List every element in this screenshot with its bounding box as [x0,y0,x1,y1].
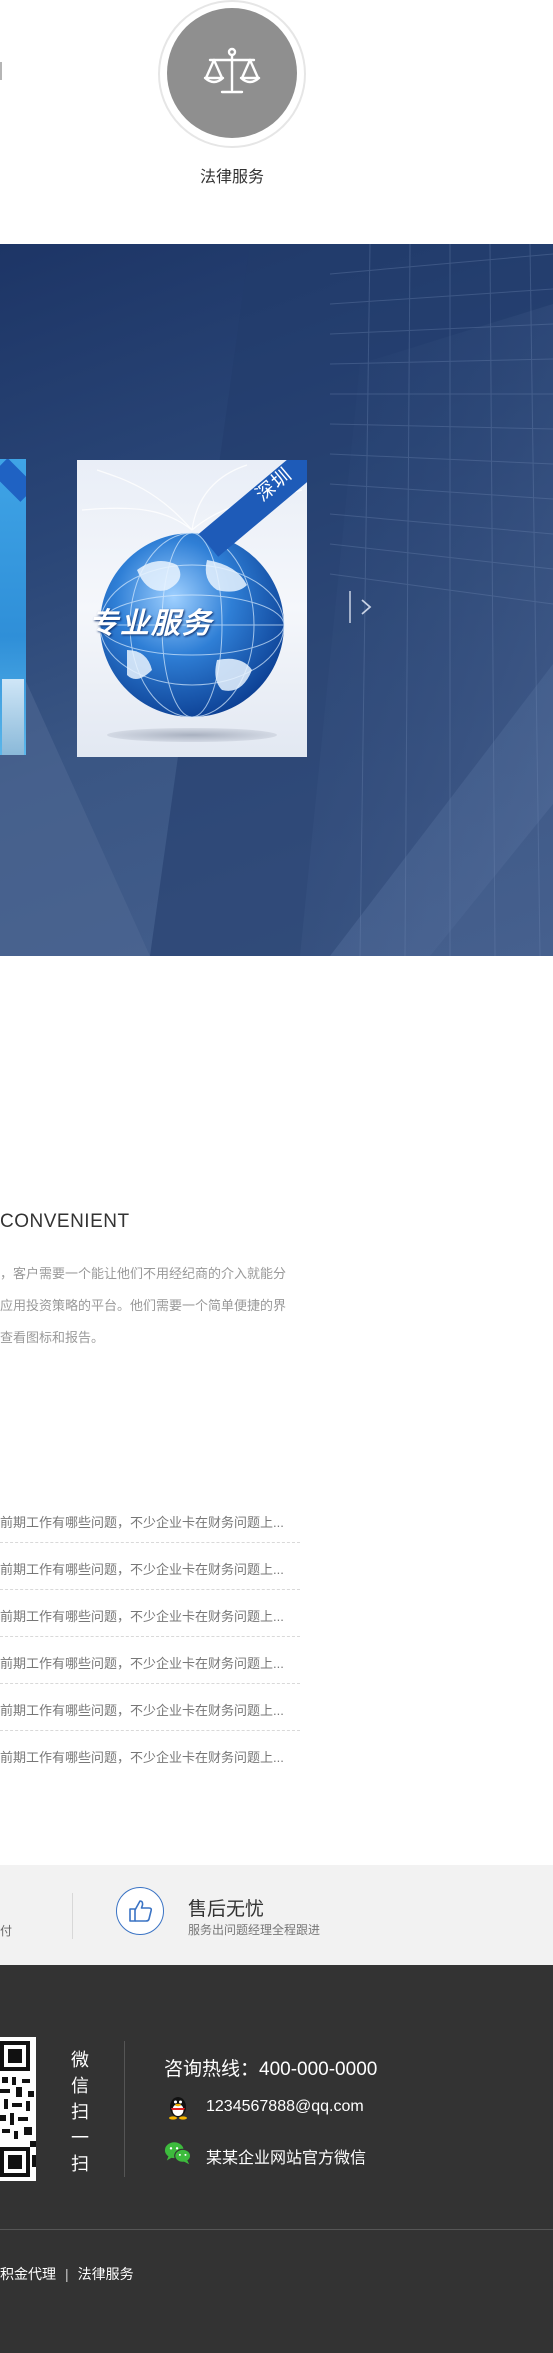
building-image [2,679,24,755]
scan-char: 扫 [71,2154,89,2174]
feature-divider [72,1893,73,1939]
news-list-item[interactable]: 前期工作有哪些问题，不少企业卡在财务问题上... [0,1731,300,1778]
chevron-right-icon [349,591,372,623]
news-title[interactable]: 前期工作有哪些问题，不少企业卡在财务问题上... [0,1512,284,1531]
feature-strip: 付 售后无忧 服务出问题经理全程跟进 [0,1865,553,1965]
carousel-card-previous[interactable] [0,459,26,755]
news-list-item[interactable]: 前期工作有哪些问题，不少企业卡在财务问题上... [0,1543,300,1590]
news-title[interactable]: 前期工作有哪些问题，不少企业卡在财务问题上... [0,1700,284,1719]
law-service-label[interactable]: 法律服务 [158,163,306,187]
scan-char: 扫 [71,2102,89,2122]
footer-bottom-divider [0,2229,553,2230]
footer-link[interactable]: 法律服务 [78,2266,134,2282]
law-service-button[interactable] [167,8,297,138]
card-tag [0,459,26,502]
previous-item-fragment [0,62,2,80]
qq-penguin-icon [169,2097,187,2120]
wechat-qr-code [0,2037,36,2181]
scan-prompt: 微 信 扫 一 扫 [70,2047,90,2177]
thumbs-up-icon [129,1900,153,1922]
news-title[interactable]: 前期工作有哪些问题，不少企业卡在财务问题上... [0,1559,284,1578]
convenient-text-line: ，客户需要一个能让他们不用经纪商的介入就能分 [0,1266,287,1281]
card-caption: 专业服务 [89,606,214,640]
footer-divider [124,2041,125,2177]
footer-links: 积金代理 | 法律服务 [0,2264,134,2284]
footer-link-separator: | [65,2266,69,2282]
news-title[interactable]: 前期工作有哪些问题，不少企业卡在财务问题上... [0,1747,284,1766]
feature-fragment-text: 付 [0,1924,13,1938]
globe-shadow [107,728,277,742]
news-list-item[interactable]: 前期工作有哪些问题，不少企业卡在财务问题上... [0,1637,300,1684]
site-footer: 微 信 扫 一 扫 咨询热线：400-000-0000 1234567888@q… [0,1965,553,2353]
service-top-section: 法律服务 [0,0,553,244]
wechat-icon [164,2142,192,2165]
scan-char: 微 [71,2050,89,2070]
convenient-text-line: 查看图标和报告。 [0,1330,105,1345]
news-title[interactable]: 前期工作有哪些问题，不少企业卡在财务问题上... [0,1653,284,1672]
hotline-text: 咨询热线：400-000-0000 [164,2059,378,2080]
banner-carousel: 深圳 专业服务 [0,244,553,956]
scan-char: 一 [71,2128,89,2148]
footer-link[interactable]: 积金代理 [0,2266,56,2282]
news-list-item[interactable]: 前期工作有哪些问题，不少企业卡在财务问题上... [0,1684,300,1731]
carousel-card-current[interactable]: 深圳 专业服务 [77,460,307,757]
aftersale-subtitle: 服务出问题经理全程跟进 [188,1923,321,1937]
wechat-account[interactable]: 某某企业网站官方微信 [206,2144,366,2168]
carousel-next-button[interactable] [348,589,378,625]
scan-char: 信 [71,2076,89,2096]
convenient-heading: CONVENIENT [0,1211,130,1232]
aftersale-icon-circle [116,1887,164,1935]
news-title[interactable]: 前期工作有哪些问题，不少企业卡在财务问题上... [0,1606,284,1625]
qq-email[interactable]: 1234567888@qq.com [206,2098,364,2116]
convenient-text-line: 应用投资策略的平台。他们需要一个简单便捷的界 [0,1298,287,1313]
scales-icon [203,47,261,94]
news-list-item[interactable]: 前期工作有哪些问题，不少企业卡在财务问题上... [0,1590,300,1637]
news-list-item[interactable]: 前期工作有哪些问题，不少企业卡在财务问题上... [0,1496,300,1543]
aftersale-title: 售后无忧 [188,1899,265,1920]
